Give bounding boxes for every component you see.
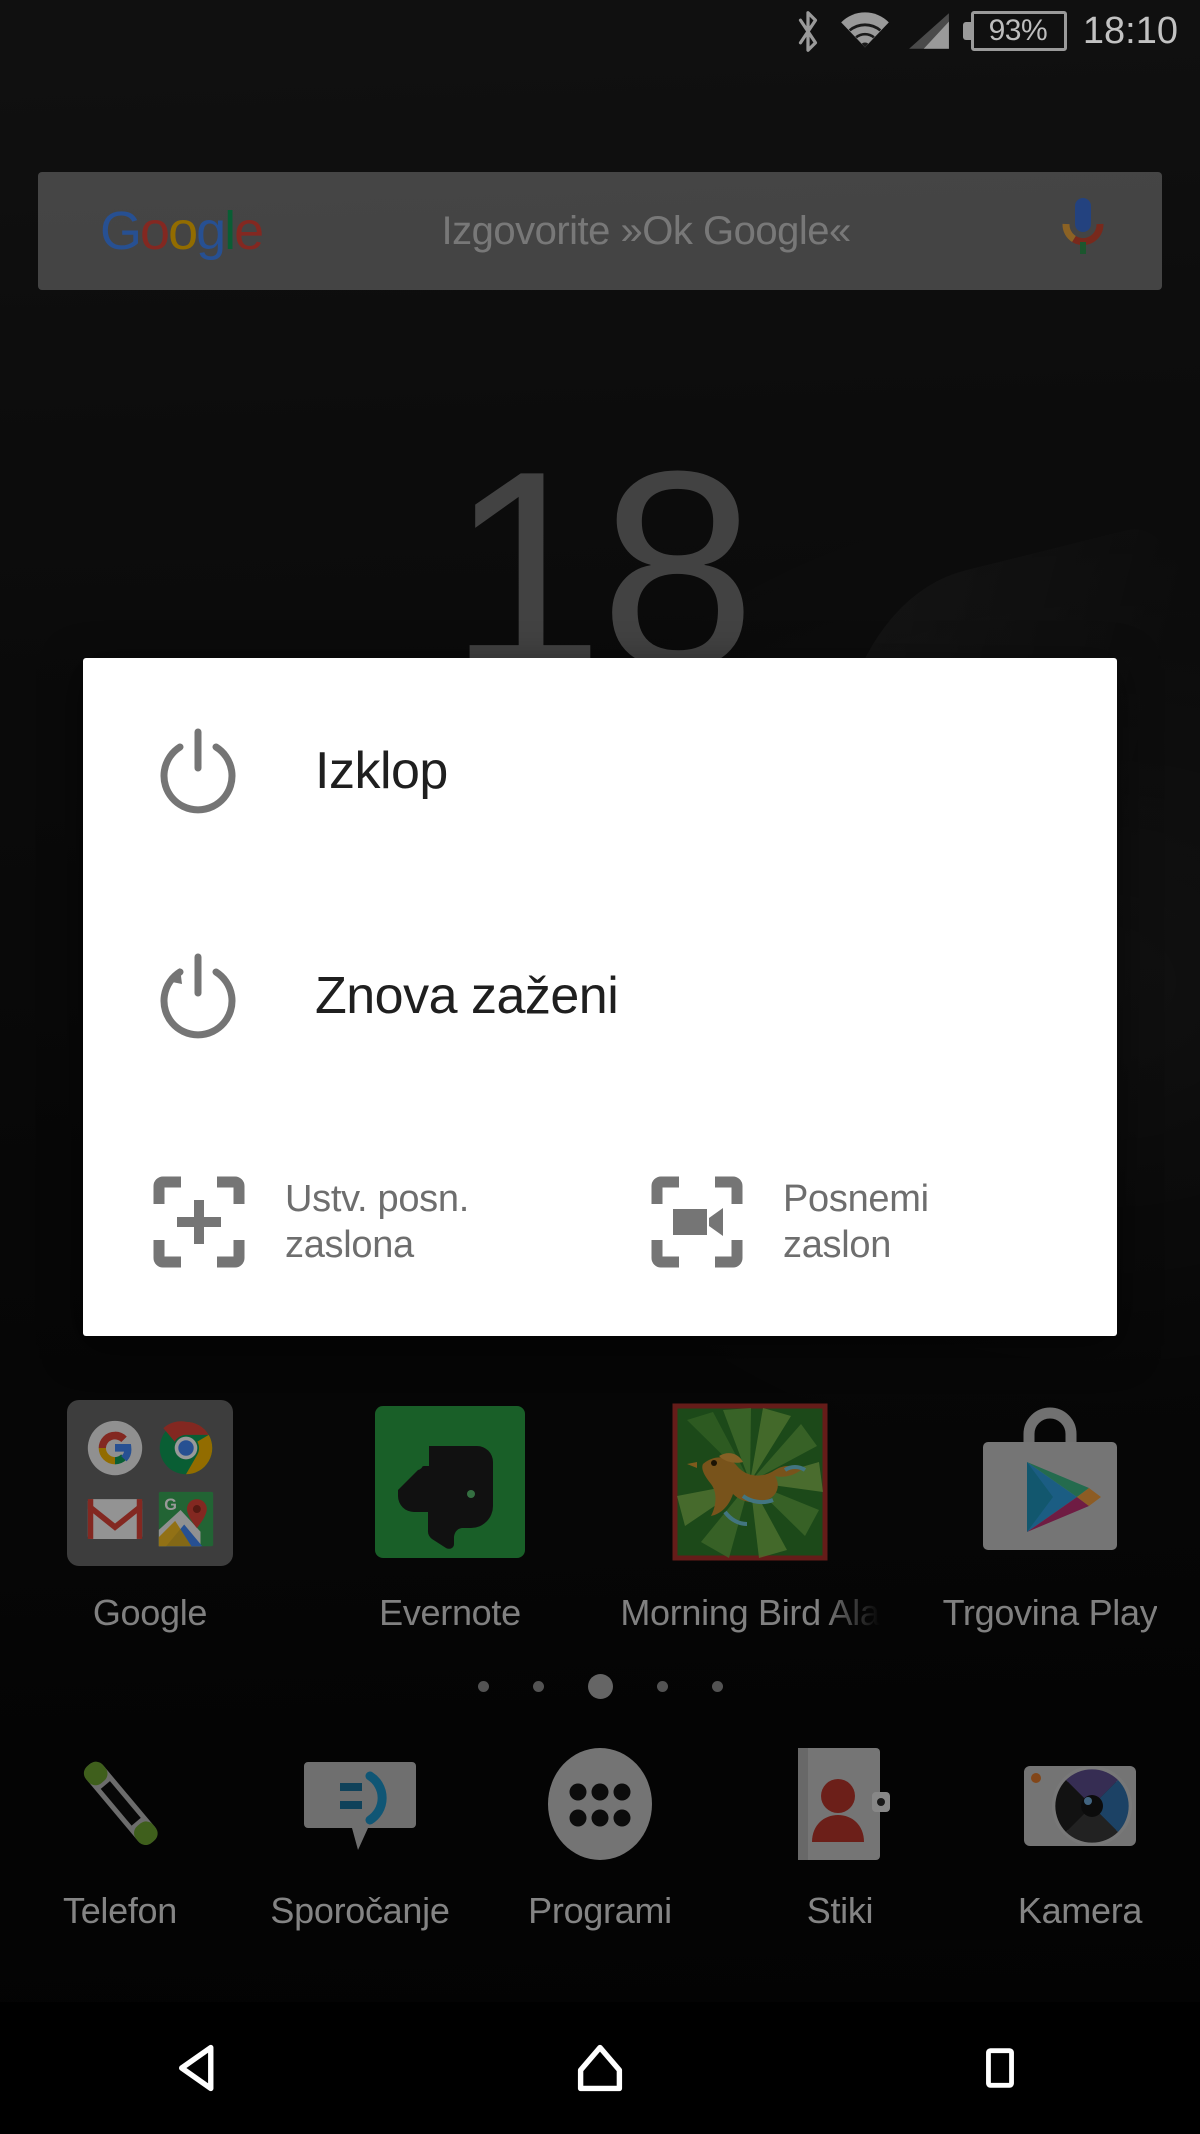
home-icon[interactable] bbox=[400, 2002, 800, 2134]
back-icon[interactable] bbox=[0, 2002, 400, 2134]
android-home-screen: Google Izgovorite »Ok Google« 18 G Googl… bbox=[0, 0, 1200, 2134]
screenshot-icon bbox=[153, 1176, 263, 1268]
dialog-item-restart[interactable]: Znova zaženi bbox=[83, 883, 1117, 1108]
power-icon bbox=[153, 726, 273, 816]
bluetooth-icon bbox=[793, 9, 823, 54]
dialog-item-label: Znova zaženi bbox=[315, 966, 619, 1025]
dialog-item-screenshot[interactable]: Ustv. posn. zaslona bbox=[83, 1176, 619, 1269]
battery-level-text: 93% bbox=[988, 14, 1048, 47]
restart-icon bbox=[153, 951, 273, 1041]
battery-icon: 93% bbox=[970, 11, 1067, 51]
dialog-item-label: Ustv. posn. zaslona bbox=[285, 1177, 469, 1266]
dialog-item-label: Posnemi zaslon bbox=[783, 1177, 929, 1266]
dialog-item-label: Izklop bbox=[315, 741, 448, 800]
navigation-bar bbox=[0, 2002, 1200, 2134]
status-bar-clock: 18:10 bbox=[1082, 10, 1178, 52]
cellular-signal-icon bbox=[907, 11, 951, 51]
dialog-item-screen-record[interactable]: Posnemi zaslon bbox=[619, 1176, 1117, 1269]
status-bar: 93% 18:10 bbox=[0, 0, 1200, 62]
dialog-item-power-off[interactable]: Izklop bbox=[83, 658, 1117, 883]
recents-icon[interactable] bbox=[800, 2002, 1200, 2134]
dialog-capture-row: Ustv. posn. zaslona Posnemi zaslon bbox=[83, 1108, 1117, 1336]
wifi-icon bbox=[839, 10, 891, 52]
power-options-dialog: Izklop Znova zaženi Ustv. posn. zaslona … bbox=[83, 658, 1117, 1336]
screen-record-icon bbox=[651, 1176, 761, 1268]
